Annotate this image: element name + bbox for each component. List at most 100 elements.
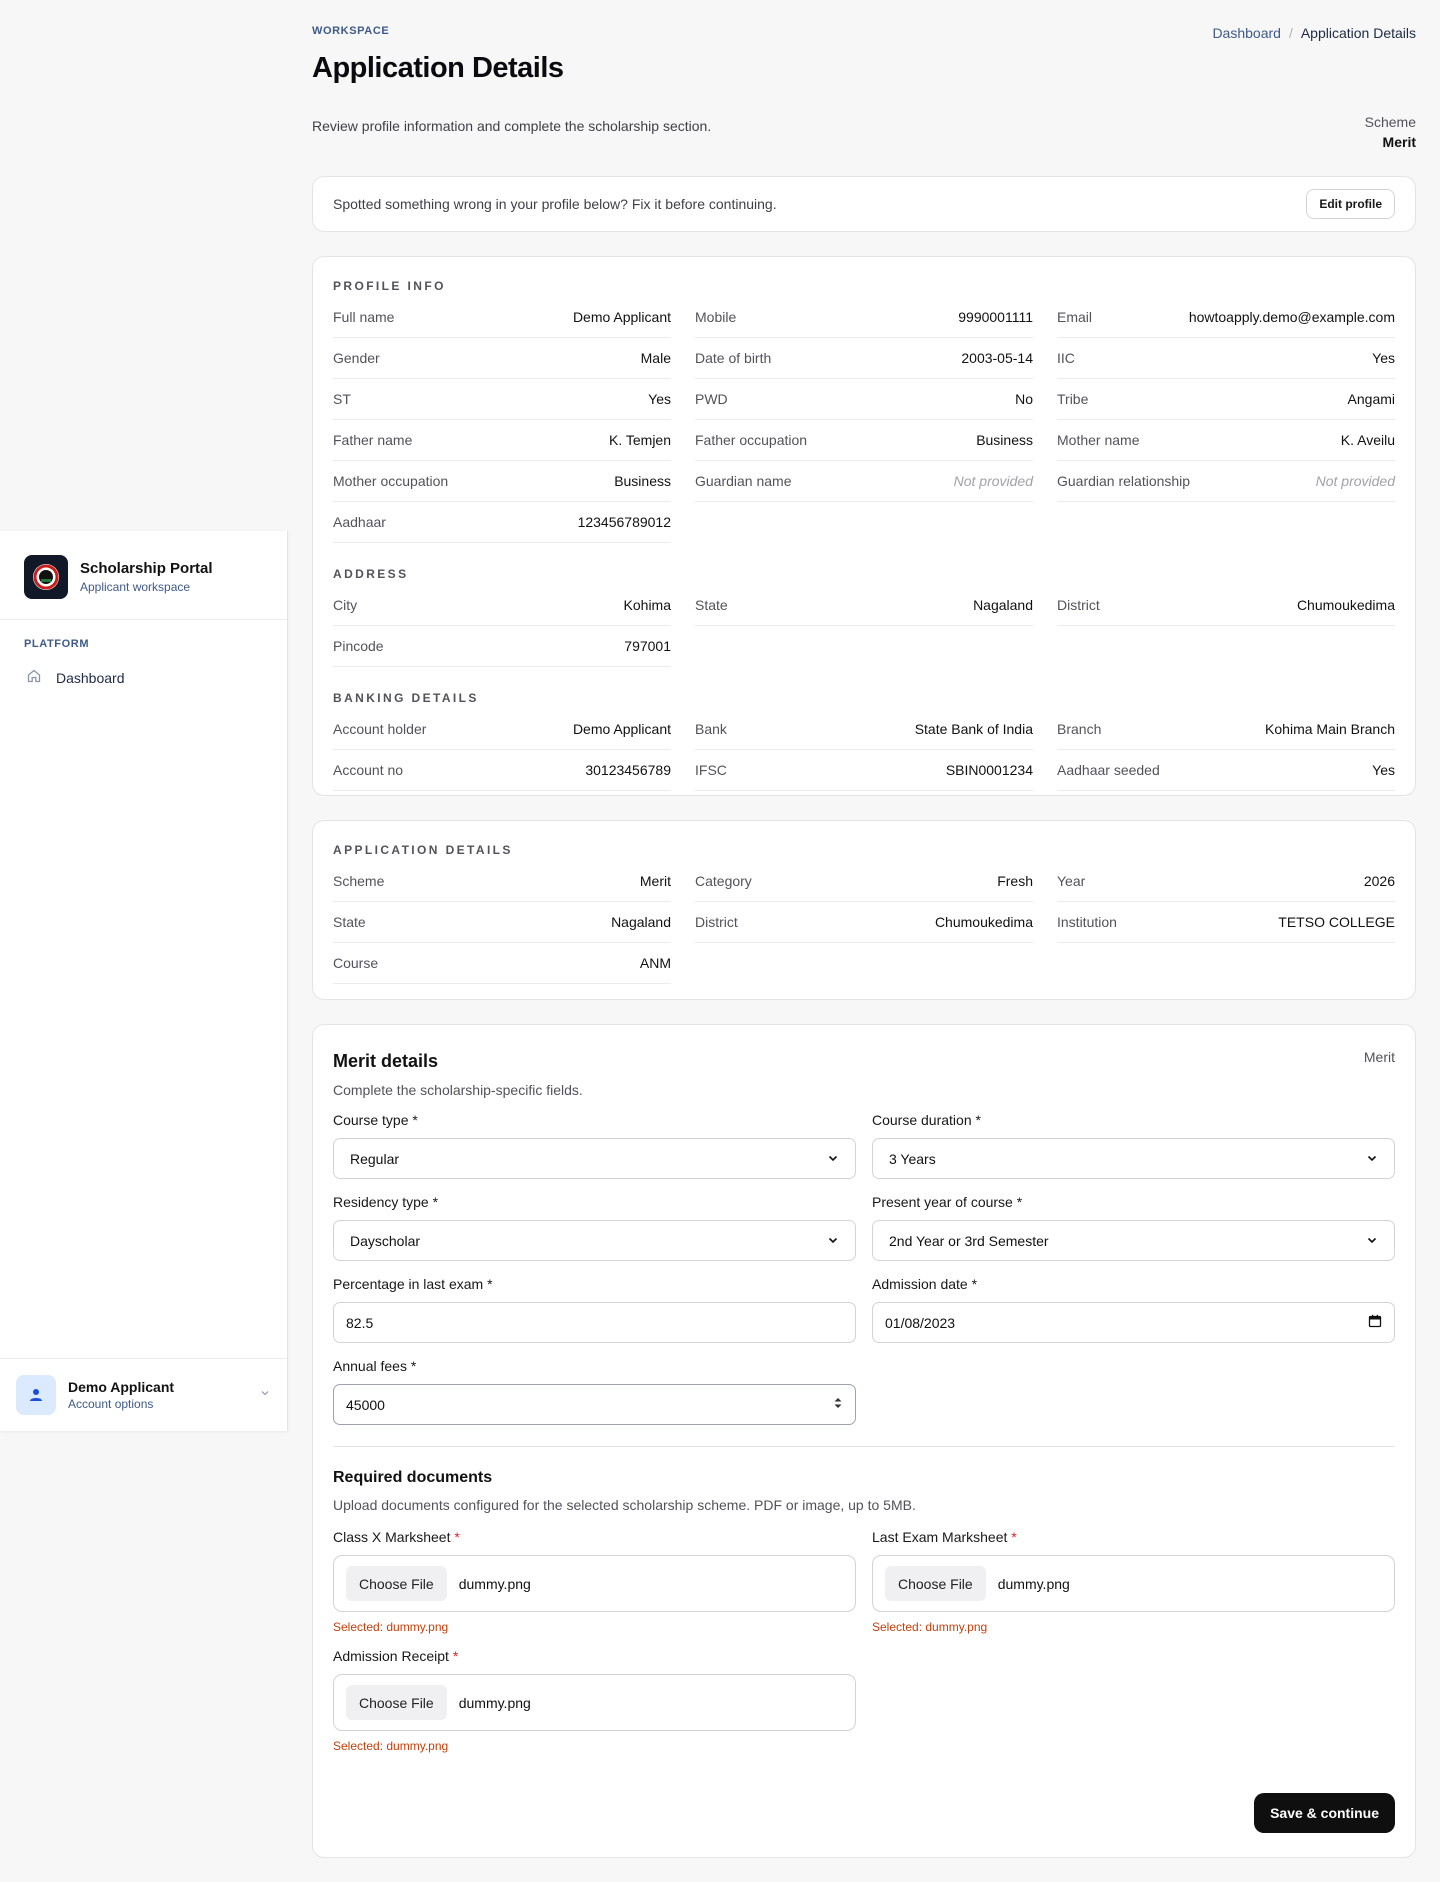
brand[interactable]: Scholarship Portal Applicant workspace (0, 531, 287, 620)
merit-tag: Merit (1363, 1049, 1395, 1065)
field-residency-type: Residency type * Dayscholar (333, 1194, 856, 1261)
breadcrumb-dashboard[interactable]: Dashboard (1212, 25, 1281, 41)
detail-key: Account no (333, 762, 404, 778)
doc-label: Last Exam Marksheet * (872, 1529, 1395, 1545)
admission-date-label: Admission date * (872, 1276, 978, 1292)
detail-key: Bank (695, 721, 727, 737)
detail-key: Aadhaar seeded (1057, 762, 1160, 778)
detail-key: Year (1057, 873, 1086, 889)
file-input[interactable]: Choose File dummy.png (872, 1555, 1395, 1612)
present-year-value: 2nd Year or 3rd Semester (889, 1232, 1049, 1249)
detail-row: ST Yes (333, 379, 671, 420)
scheme-label: Scheme (1364, 114, 1416, 130)
doc-label-text: Last Exam Marksheet (872, 1529, 1008, 1545)
course-duration-select[interactable]: 3 Years (872, 1138, 1395, 1179)
detail-key: District (1057, 597, 1100, 613)
calendar-icon[interactable] (1368, 1314, 1382, 1331)
file-name: dummy.png (458, 1694, 531, 1711)
brand-subtitle: Applicant workspace (80, 580, 191, 594)
detail-value: Demo Applicant (572, 309, 671, 325)
detail-value: Nagaland (611, 914, 671, 930)
chevron-down-icon (1366, 1151, 1378, 1167)
doc-class-x: Class X Marksheet * Choose File dummy.pn… (333, 1529, 856, 1634)
detail-value: SBIN0001234 (945, 762, 1033, 778)
docs-subtitle: Upload documents configured for the sele… (333, 1497, 916, 1513)
field-present-year: Present year of course * 2nd Year or 3rd… (872, 1194, 1395, 1261)
nav-section-label: PLATFORM (24, 638, 90, 650)
detail-key: Mother name (1057, 432, 1140, 448)
percentage-value: 82.5 (346, 1314, 374, 1331)
detail-row: Year 2026 (1057, 861, 1395, 902)
detail-row: Institution TETSO COLLEGE (1057, 902, 1395, 943)
detail-row: Mother occupation Business (333, 461, 671, 502)
file-input[interactable]: Choose File dummy.png (333, 1674, 856, 1731)
detail-row: Bank State Bank of India (695, 709, 1033, 750)
annual-fees-label: Annual fees * (333, 1358, 417, 1374)
scheme-value: Merit (1382, 134, 1416, 150)
choose-file-button[interactable]: Choose File (885, 1566, 986, 1601)
address-grid: City Kohima State Nagaland District Chumouked… (333, 585, 1395, 667)
detail-row: Pincode 797001 (333, 626, 671, 667)
present-year-select[interactable]: 2nd Year or 3rd Semester (872, 1220, 1395, 1261)
user-subtitle: Account options (68, 1397, 154, 1411)
detail-value: Chumoukedima (934, 914, 1033, 930)
breadcrumb-separator: / (1288, 25, 1293, 41)
save-continue-button[interactable]: Save & continue (1254, 1793, 1395, 1833)
section-title-profile: PROFILE INFO (333, 279, 446, 293)
course-duration-value: 3 Years (889, 1150, 936, 1167)
stepper-icon[interactable] (833, 1396, 843, 1413)
file-input[interactable]: Choose File dummy.png (333, 1555, 856, 1612)
merit-form-card: Merit details Merit Complete the scholar… (312, 1024, 1416, 1858)
choose-file-button[interactable]: Choose File (346, 1685, 447, 1720)
chevron-down-icon[interactable] (259, 1386, 271, 1404)
admission-date-input[interactable]: 01/08/2023 (872, 1302, 1395, 1343)
residency-type-select[interactable]: Dayscholar (333, 1220, 856, 1261)
detail-key: PWD (695, 391, 728, 407)
detail-key: Institution (1057, 914, 1117, 930)
detail-value: 123456789012 (577, 514, 671, 530)
course-type-value: Regular (350, 1150, 400, 1167)
percentage-label: Percentage in last exam * (333, 1276, 493, 1292)
home-icon (26, 668, 42, 687)
detail-value: No (1015, 391, 1033, 407)
detail-row: Account holder Demo Applicant (333, 709, 671, 750)
detail-key: Father occupation (695, 432, 808, 448)
annual-fees-input[interactable]: 45000 (333, 1384, 856, 1425)
detail-row: Scheme Merit (333, 861, 671, 902)
detail-key: IFSC (695, 762, 727, 778)
edit-profile-button[interactable]: Edit profile (1306, 189, 1395, 219)
course-duration-label: Course duration * (872, 1112, 981, 1128)
breadcrumb-current: Application Details (1300, 25, 1416, 41)
course-type-select[interactable]: Regular (333, 1138, 856, 1179)
page-subtitle: Review profile information and complete … (312, 118, 712, 134)
detail-value: Kohima (623, 597, 671, 613)
detail-row: Mobile 9990001111 (695, 297, 1033, 338)
doc-label-text: Admission Receipt (333, 1648, 449, 1664)
selected-file-note: Selected: dummy.png (333, 1739, 449, 1753)
percentage-input[interactable]: 82.5 (333, 1302, 856, 1343)
user-icon (30, 1389, 42, 1401)
sidebar-item-dashboard[interactable]: Dashboard (0, 660, 287, 695)
account-menu[interactable]: Demo Applicant Account options (0, 1358, 287, 1431)
section-title-banking: BANKING DETAILS (333, 691, 479, 705)
field-admission-date: Admission date * 01/08/2023 (872, 1276, 1395, 1343)
detail-row: PWD No (695, 379, 1033, 420)
profile-card: PROFILE INFO Full name Demo Applicant Mobi… (312, 256, 1416, 796)
alert-text: Spotted something wrong in your profile … (333, 196, 777, 212)
page-title: Application Details (312, 52, 564, 84)
detail-value: Angami (1347, 391, 1395, 407)
detail-key: Email (1057, 309, 1093, 325)
detail-row: State Nagaland (695, 585, 1033, 626)
section-title-application: APPLICATION DETAILS (333, 843, 513, 857)
course-type-label: Course type * (333, 1112, 418, 1128)
documents-grid: Class X Marksheet * Choose File dummy.pn… (333, 1529, 1395, 1767)
detail-row: Guardian relationship Not provided (1057, 461, 1395, 502)
detail-row: City Kohima (333, 585, 671, 626)
detail-value: Yes (648, 391, 671, 407)
detail-value: Fresh (997, 873, 1033, 889)
detail-row: Mother name K. Aveilu (1057, 420, 1395, 461)
residency-type-label: Residency type * (333, 1194, 439, 1210)
selected-file-note: Selected: dummy.png (333, 1620, 449, 1634)
choose-file-button[interactable]: Choose File (346, 1566, 447, 1601)
detail-value: howtoapply.demo@example.com (1188, 309, 1395, 325)
